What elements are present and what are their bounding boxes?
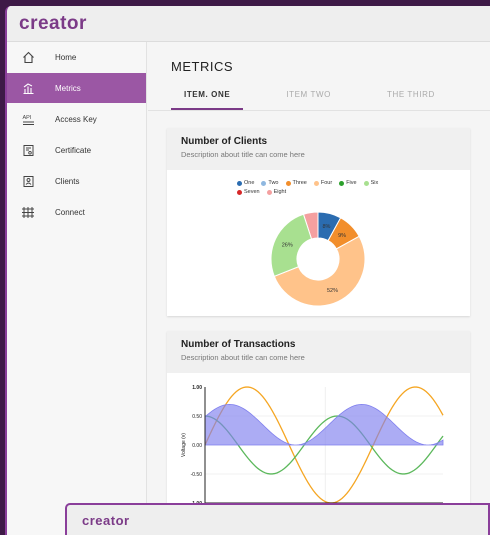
chart-legend: One Two Three Four Five Six Seven Eight [237, 180, 417, 198]
sidebar-item-label: Access Key [55, 114, 97, 124]
app-logo: creator [82, 512, 130, 528]
clients-icon [21, 174, 35, 188]
legend-label: Two [268, 180, 279, 186]
page-title: METRICS [171, 59, 233, 74]
sidebar-item-certificate[interactable]: Certificate [7, 135, 146, 165]
card-description: Description about title can come here [181, 150, 305, 159]
card-description: Description about title can come here [181, 353, 305, 362]
top-bar: creator [7, 6, 490, 42]
main-content: METRICS ITEM. ONE ITEM TWO THE THIRD Num… [148, 42, 490, 535]
legend-item[interactable]: Five [339, 180, 357, 186]
sidebar-item-clients[interactable]: Clients [7, 166, 146, 196]
slice-label: 26% [282, 243, 293, 249]
legend-label: Four [320, 180, 333, 186]
tab-item-two[interactable]: ITEM TWO [273, 84, 344, 110]
home-icon [21, 50, 35, 64]
card-title: Number of Transactions [181, 339, 296, 350]
api-icon: API [21, 112, 35, 126]
legend-label: Seven [244, 189, 260, 195]
donut-chart-svg: 8% 9% 52% 26% [270, 211, 366, 307]
legend-item[interactable]: Two [261, 180, 279, 186]
sidebar-item-label: Home [55, 52, 77, 62]
series-area-3[interactable] [204, 404, 444, 446]
legend-label: Three [292, 180, 307, 186]
sidebar-item-home[interactable]: Home [7, 42, 146, 72]
y-tick-label: 0.50 [192, 414, 202, 420]
certificate-icon [21, 143, 35, 157]
legend-label: Six [370, 180, 379, 186]
y-tick-label: 1.00 [192, 385, 202, 391]
sidebar-item-metrics[interactable]: Metrics [7, 73, 146, 103]
legend-item[interactable]: Three [285, 180, 307, 186]
sidebar-item-label: Clients [55, 176, 80, 186]
sidebar-item-connect[interactable]: Connect [7, 197, 146, 227]
legend-item[interactable]: Six [363, 180, 379, 186]
slice-label: 52% [327, 288, 338, 294]
tab-the-third[interactable]: THE THIRD [374, 84, 448, 110]
sidebar-item-access-key[interactable]: API Access Key [7, 104, 146, 134]
svg-text:API: API [22, 115, 31, 121]
metrics-icon [21, 81, 35, 95]
legend-swatch [339, 180, 345, 186]
tab-divider [148, 110, 490, 111]
legend-item[interactable]: Four [313, 180, 333, 186]
connect-icon [21, 205, 35, 219]
sidebar-item-label: Certificate [55, 145, 92, 155]
card-title: Number of Clients [181, 136, 268, 147]
legend-swatch [237, 180, 242, 186]
tab-item-one[interactable]: ITEM. ONE [171, 84, 244, 110]
legend-row: One Two Three Four Five Six [237, 180, 417, 186]
legend-row: Seven Eight [237, 189, 417, 195]
app-window: creator Home Metrics API Access Key Cert… [5, 6, 490, 535]
clients-card: Number of Clients Description about titl… [167, 128, 470, 316]
legend-swatch [285, 180, 291, 186]
tab-bar: ITEM. ONE ITEM TWO THE THIRD [171, 84, 478, 110]
slice-label: 8% [322, 224, 330, 230]
app-logo[interactable]: creator [19, 13, 87, 35]
legend-item[interactable]: Eight [266, 189, 287, 195]
y-axis-label: Voltage (v) [181, 433, 187, 457]
legend-item[interactable]: Seven [237, 189, 260, 195]
donut-chart: 8% 9% 52% 26% [270, 211, 366, 312]
legend-label: Five [346, 180, 357, 186]
legend-label: One [244, 180, 255, 186]
transactions-card: Number of Transactions Description about… [167, 331, 470, 531]
y-tick-label: 0.00 [192, 443, 202, 449]
sidebar-item-label: Connect [55, 207, 85, 217]
background-window[interactable]: creator [65, 503, 490, 535]
legend-swatch [261, 180, 267, 186]
card-header: Number of Clients Description about titl… [167, 128, 470, 170]
legend-swatch [313, 180, 319, 186]
y-tick-label: -0.50 [191, 472, 203, 478]
slice-label: 9% [338, 233, 346, 239]
legend-label: Eight [273, 189, 287, 195]
legend-swatch [266, 189, 272, 195]
sidebar: Home Metrics API Access Key Certificate … [7, 42, 147, 535]
card-header: Number of Transactions Description about… [167, 331, 470, 373]
sidebar-item-label: Metrics [55, 83, 81, 93]
legend-swatch [237, 189, 242, 195]
legend-item[interactable]: One [237, 180, 254, 186]
legend-swatch [363, 180, 369, 186]
